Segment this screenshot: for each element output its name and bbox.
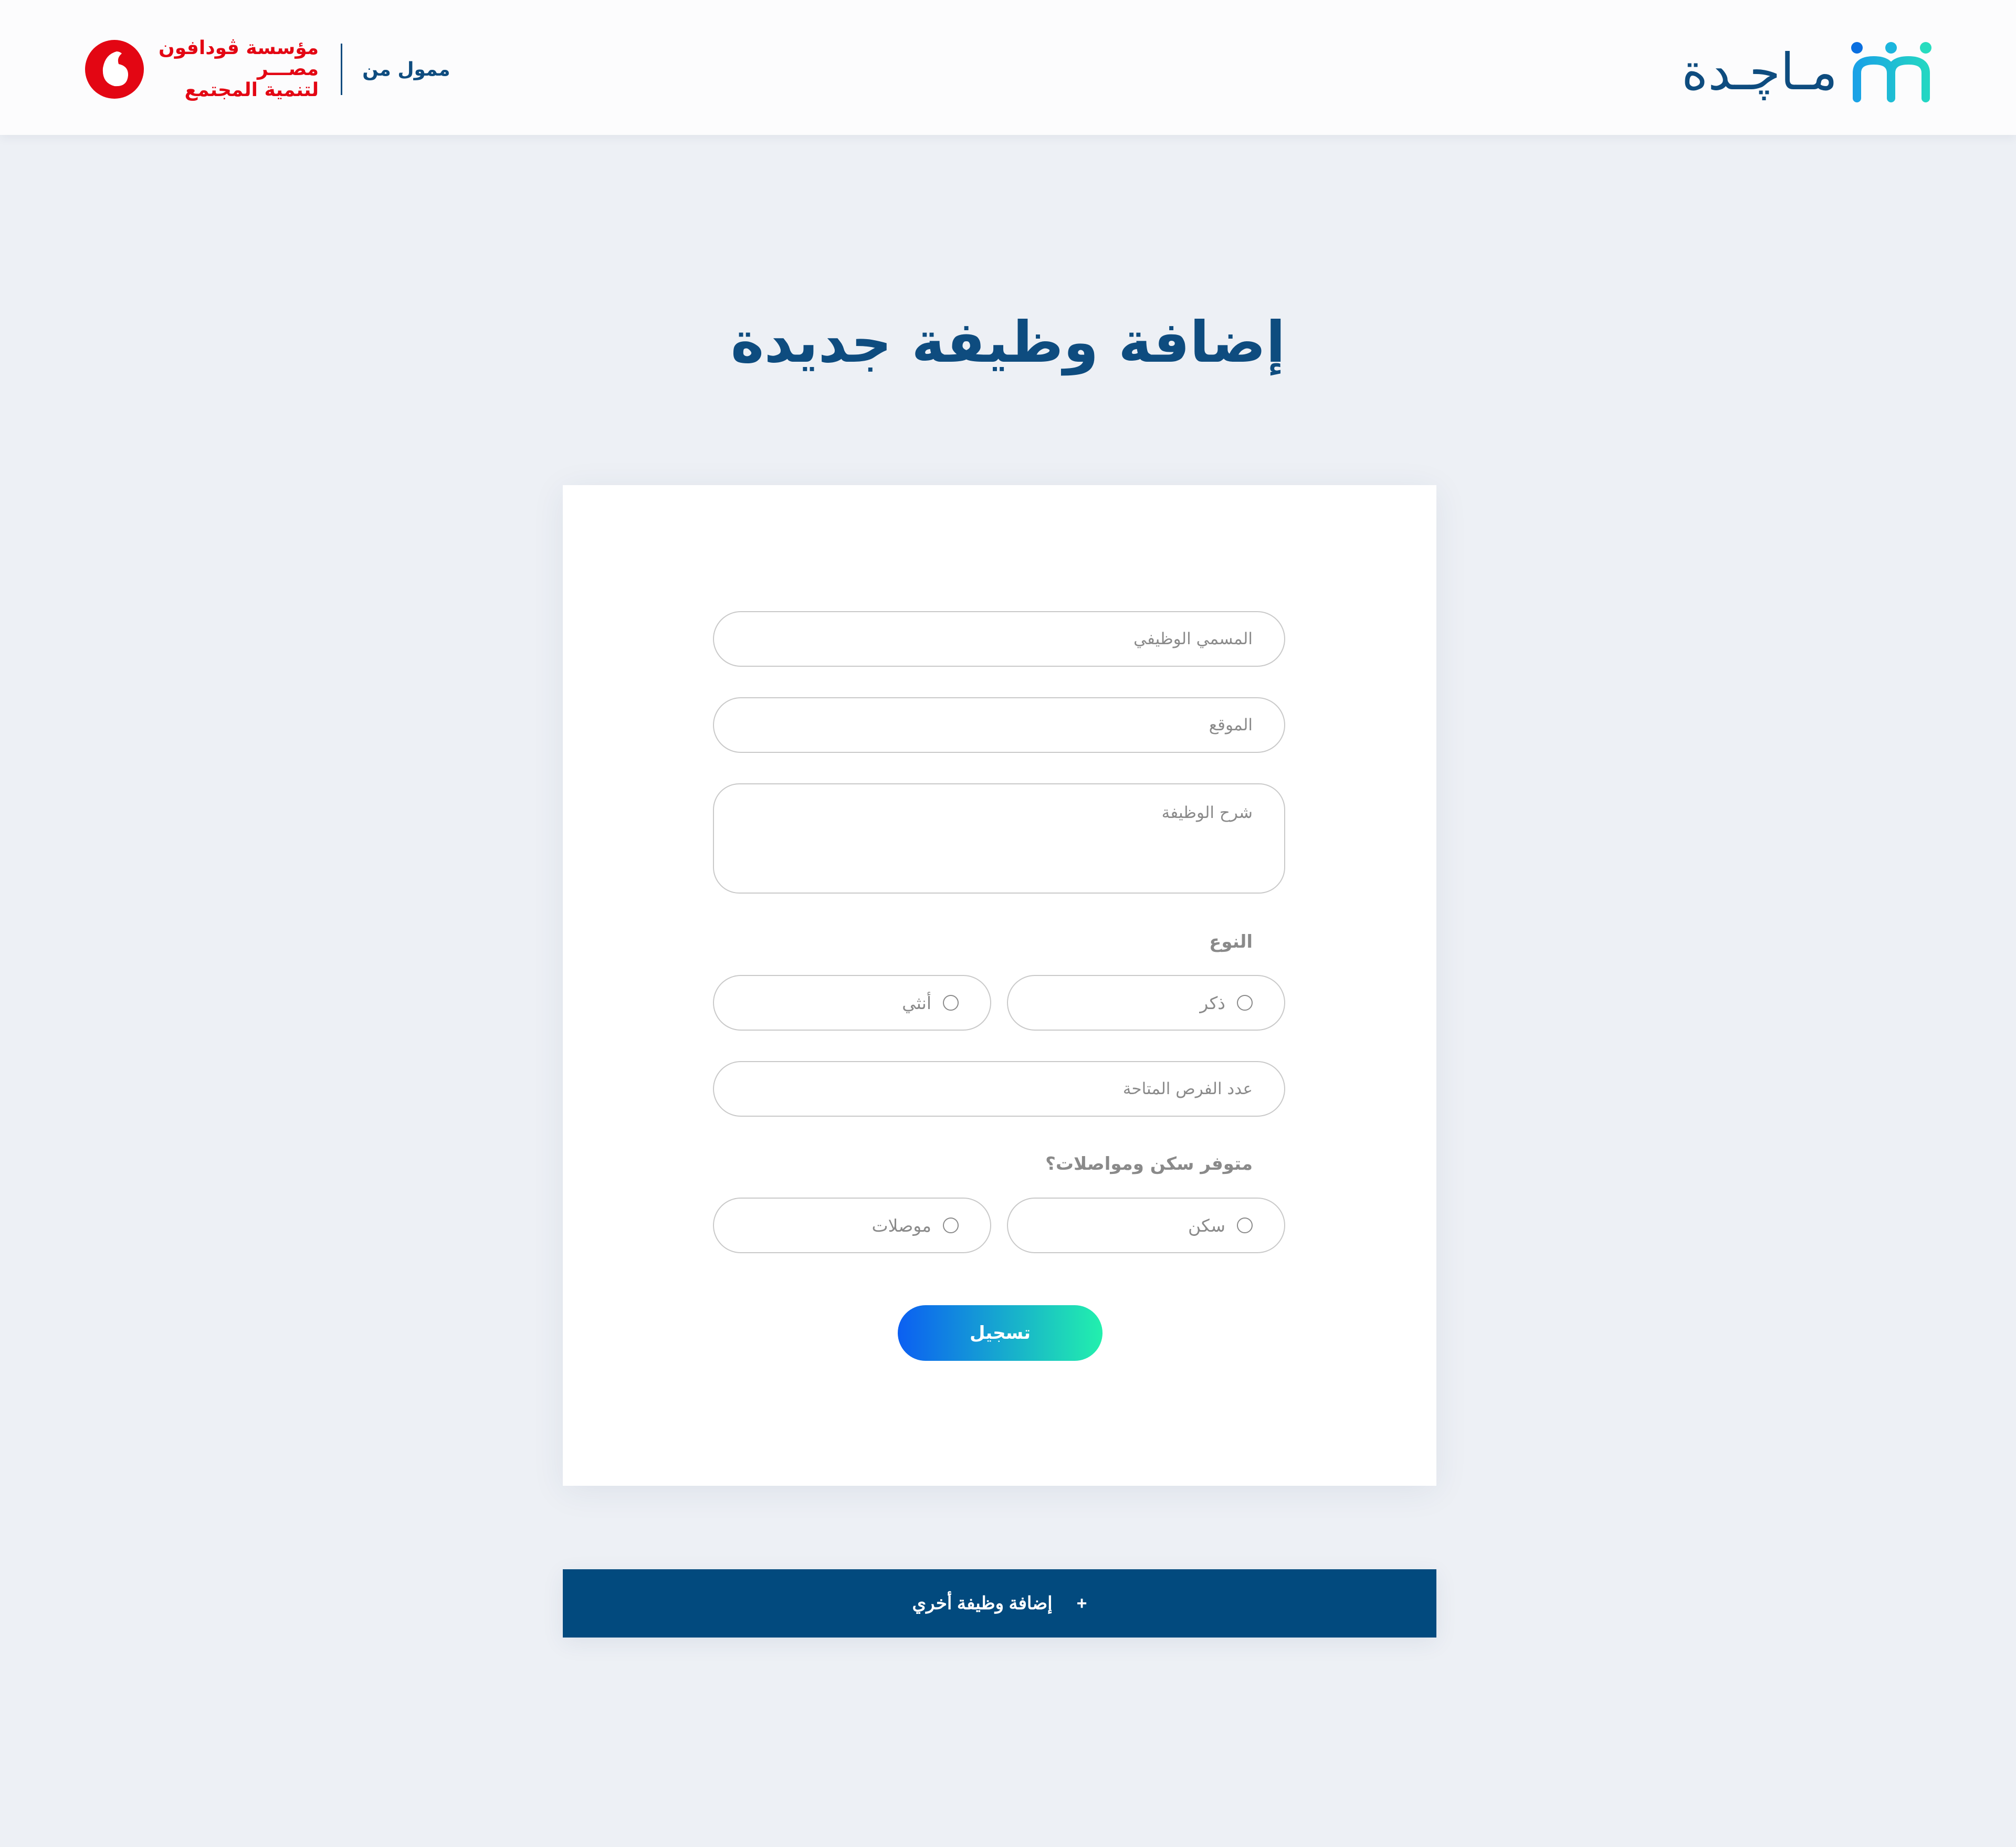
header-divider — [341, 44, 343, 95]
top-header: مـاچـدة مؤسسة ڤودافون مصـــر لتنمية المج… — [0, 0, 2016, 135]
gender-option-label: ذكر — [1200, 992, 1225, 1013]
sponsor-line-1: مؤسسة ڤودافون — [159, 37, 319, 59]
gender-label: النوع — [1209, 931, 1253, 952]
gender-option-female[interactable]: أنثي — [713, 975, 991, 1031]
add-another-job-button[interactable]: + إضافة وظيفة أخري — [563, 1569, 1436, 1638]
gender-option-label: أنثي — [902, 992, 931, 1013]
sponsor-line-2: مصـــر — [257, 58, 319, 80]
benefit-option-label: موصلات — [872, 1215, 931, 1236]
majeda-logo-icon — [1851, 42, 1931, 102]
benefit-option-transport[interactable]: موصلات — [713, 1198, 991, 1253]
job-description-textarea[interactable] — [713, 783, 1285, 894]
radio-unchecked-icon — [943, 1218, 959, 1233]
job-title-input[interactable] — [713, 611, 1285, 667]
sponsor-line-3: لتنمية المجتمع — [184, 79, 319, 101]
job-form-card: النوع ذكر أنثي متوفر سكن ومواصلات؟ سكن م… — [563, 485, 1436, 1486]
benefit-option-label: سكن — [1188, 1215, 1225, 1236]
plus-icon: + — [1076, 1593, 1087, 1613]
gender-option-male[interactable]: ذكر — [1007, 975, 1285, 1031]
benefits-label: متوفر سكن ومواصلات؟ — [1045, 1153, 1253, 1174]
page-title: إضافة وظيفة جديدة — [730, 310, 1286, 375]
funded-by-label: ممول من — [362, 58, 450, 80]
vodafone-logo-icon — [85, 40, 144, 99]
radio-unchecked-icon — [1237, 1218, 1253, 1233]
radio-unchecked-icon — [943, 995, 959, 1011]
location-input[interactable] — [713, 697, 1285, 753]
brand-logo[interactable]: مـاچـدة — [1662, 38, 1935, 106]
benefit-option-housing[interactable]: سكن — [1007, 1198, 1285, 1253]
radio-unchecked-icon — [1237, 995, 1253, 1011]
submit-button[interactable]: تسجيل — [898, 1305, 1102, 1361]
add-another-job-label: إضافة وظيفة أخري — [912, 1593, 1053, 1613]
sponsor-name: مؤسسة ڤودافون مصـــر لتنمية المجتمع — [159, 38, 319, 101]
sponsor-block: مؤسسة ڤودافون مصـــر لتنمية المجتمع ممول… — [84, 38, 450, 101]
openings-count-input[interactable] — [713, 1061, 1285, 1117]
brand-name: مـاچـدة — [1682, 43, 1838, 101]
